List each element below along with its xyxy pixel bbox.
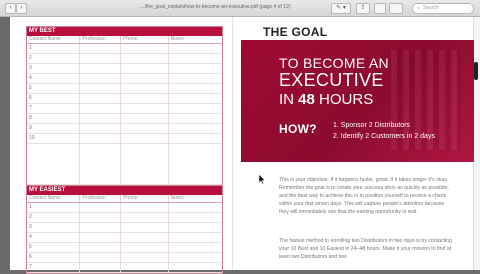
forward-button[interactable]: ›: [16, 3, 27, 14]
table-row[interactable]: 10: [27, 134, 222, 144]
table-row[interactable]: 2: [27, 54, 222, 64]
row-number: 4: [27, 233, 81, 242]
goal-banner: TO BECOME AN EXECUTIVE IN 48 HOURS HOW? …: [241, 40, 474, 162]
row-number: 1: [27, 44, 81, 53]
row-number: 2: [27, 54, 81, 63]
browser-toolbar: ‹ › …/the_goal_explain/how-to-become-an-…: [0, 0, 480, 17]
row-number: 3: [27, 223, 81, 232]
column-header: Phone: [121, 36, 169, 43]
column-header: Profession: [80, 195, 122, 202]
body-paragraph: The fastest method to enrolling two Dist…: [279, 238, 452, 260]
goal-line-3: IN 48 HOURS: [279, 91, 373, 108]
column-header: Notes: [170, 195, 184, 201]
table-row[interactable]: 1: [27, 203, 222, 213]
column-header: Contact Name: [27, 195, 81, 202]
mouse-cursor-icon: [259, 174, 266, 184]
row-number: 2: [27, 213, 81, 222]
goal-hours-number: 48: [298, 91, 315, 108]
row-number: 6: [27, 94, 81, 103]
table-row[interactable]: 7: [27, 263, 222, 273]
table-title: MY BEST: [27, 27, 222, 36]
my-best-table: MY BEST Contact Name Profession Phone No…: [26, 26, 223, 186]
column-header: Profession: [80, 36, 122, 43]
table-row[interactable]: 9: [27, 124, 222, 134]
search-input[interactable]: ⌕ Search: [412, 3, 474, 14]
table-row[interactable]: 5: [27, 84, 222, 94]
row-number: 4: [27, 74, 81, 83]
sidebar-toggle-button[interactable]: [374, 3, 386, 14]
table-row[interactable]: 6: [27, 253, 222, 263]
table-row[interactable]: 8: [27, 114, 222, 124]
table-row[interactable]: 3: [27, 64, 222, 74]
column-header: Phone: [121, 195, 169, 202]
column-header: Contact Name: [27, 36, 81, 43]
table-row[interactable]: 4: [27, 233, 222, 243]
goal-line-2: EXECUTIVE: [279, 70, 384, 90]
row-number: 10: [27, 134, 81, 143]
my-easiest-table: MY EASIEST Contact Name Profession Phone…: [26, 185, 223, 274]
table-row[interactable]: 5: [27, 243, 222, 253]
row-number: 5: [27, 84, 81, 93]
row-number: 7: [27, 104, 81, 113]
table-title: MY EASIEST: [27, 186, 222, 195]
search-icon: ⌕: [417, 5, 420, 11]
column-header: Notes: [170, 36, 184, 42]
table-header-row: Contact Name Profession Phone Notes: [27, 36, 222, 44]
how-list: 1. Sponsor 2 Distributors 2. Identify 2 …: [333, 120, 435, 142]
how-label: HOW?: [279, 122, 317, 136]
goal-heading: THE GOAL: [263, 25, 328, 39]
row-number: 1: [27, 203, 81, 212]
table-row[interactable]: 4: [27, 74, 222, 84]
markup-button[interactable]: ✎ ▾: [331, 3, 351, 14]
goal-line-1: TO BECOME AN: [279, 55, 389, 71]
zoom-button[interactable]: [389, 3, 403, 14]
table-header-row: Contact Name Profession Phone Notes: [27, 195, 222, 203]
table-row[interactable]: 1: [27, 44, 222, 54]
row-number: 8: [27, 114, 81, 123]
table-row[interactable]: 6: [27, 94, 222, 104]
page-divider: [232, 17, 233, 270]
back-button[interactable]: ‹: [5, 3, 16, 14]
table-row[interactable]: 2: [27, 213, 222, 223]
search-placeholder: Search: [422, 5, 439, 11]
row-number: 3: [27, 64, 81, 73]
scrollbar-thumb[interactable]: [474, 62, 478, 80]
how-item: 1. Sponsor 2 Distributors: [333, 122, 411, 129]
table-row[interactable]: [27, 144, 222, 185]
table-row[interactable]: 3: [27, 223, 222, 233]
row-number: 5: [27, 243, 81, 252]
row-number: 6: [27, 253, 81, 262]
how-item: 2. Identify 2 Customers in 2 days: [333, 133, 435, 140]
goal-line-3-pre: IN: [279, 91, 294, 108]
row-number: 7: [27, 263, 81, 272]
goal-line-3-post: HOURS: [319, 91, 374, 108]
table-row[interactable]: 7: [27, 104, 222, 114]
row-number: 9: [27, 124, 81, 133]
share-button[interactable]: ⇪: [356, 3, 370, 14]
document-title: …/the_goal_explain/how-to-become-an-exec…: [139, 4, 291, 10]
scroll-track[interactable]: [473, 17, 480, 270]
body-paragraph: This is your objective. If it happens fa…: [279, 177, 449, 215]
